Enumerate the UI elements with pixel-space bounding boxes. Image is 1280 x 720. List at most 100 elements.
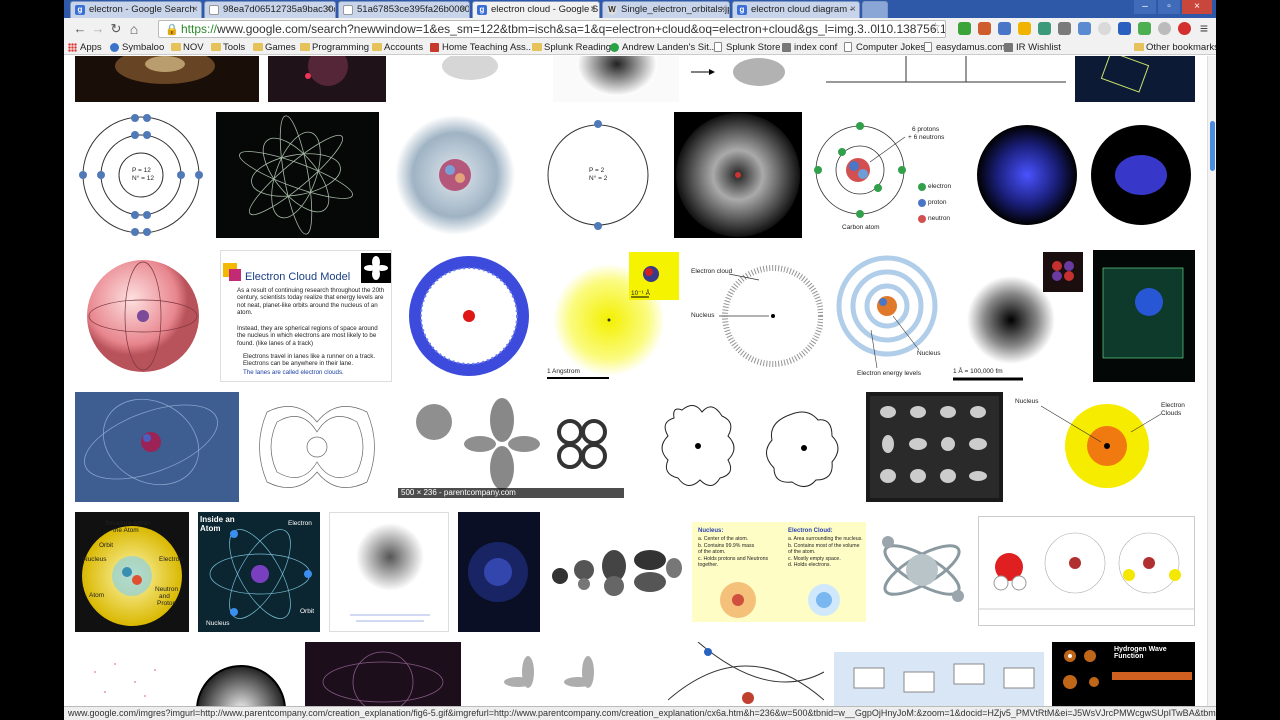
image-result-nucleus-clouds[interactable]: Nucleus Electron Clouds [1011, 392, 1195, 502]
image-result-3d-orbitals[interactable] [548, 536, 684, 606]
close-icon[interactable]: × [720, 2, 726, 17]
tab-image-1[interactable]: 98ea7d06512735a9bac30c × [204, 1, 336, 18]
tab-image-2[interactable]: 51a67853ce395fa26b00000 × [338, 1, 470, 18]
image-result-hydrogen-wave[interactable]: Hydrogen Wave Function [1052, 642, 1195, 706]
address-bar[interactable]: 🔒 https://www.google.com/search?newwindo… [158, 20, 946, 38]
bookmark-accounts[interactable]: Accounts [372, 40, 423, 55]
close-icon[interactable]: × [590, 2, 596, 17]
image-result-water-molecule[interactable] [978, 516, 1195, 626]
bookmark-other[interactable]: Other bookmarks [1134, 40, 1216, 55]
image-result-cloud-nucleus[interactable]: Electron cloud Nucleus [689, 250, 823, 382]
bookmark-ir-wishlist[interactable]: IR Wishlist [1004, 40, 1061, 55]
image-result-orbital-grid[interactable] [866, 392, 1003, 502]
image-result-blue-ring[interactable] [401, 250, 537, 382]
image-result[interactable] [75, 652, 185, 706]
image-result[interactable] [687, 56, 817, 102]
extension-icon[interactable] [998, 22, 1011, 35]
new-tab-button[interactable] [862, 1, 888, 18]
image-result-probability-cloud[interactable] [329, 512, 449, 632]
tab-electron-search[interactable]: g electron - Google Search × [70, 1, 202, 18]
extension-icon[interactable] [1158, 22, 1171, 35]
minimize-icon[interactable]: – [1134, 0, 1156, 14]
scrollbar-thumb[interactable] [1210, 121, 1215, 171]
image-result-green-cube[interactable] [1093, 250, 1195, 382]
image-result[interactable] [395, 56, 545, 90]
image-result-blue-orbitals[interactable] [971, 122, 1195, 228]
bookmark-star-icon[interactable]: ☆ [930, 20, 941, 34]
image-result-bohr-2[interactable]: P = 2 N° = 2 [532, 112, 665, 238]
bookmark-programming[interactable]: Programming [300, 40, 369, 55]
gray-icon [782, 43, 791, 52]
bookmark-games[interactable]: Games [253, 40, 296, 55]
bookmark-tools[interactable]: Tools [211, 40, 245, 55]
tab-electron-cloud[interactable]: g electron cloud - Google S × [472, 1, 600, 18]
bookmark-splunk-store[interactable]: Splunk Store [714, 40, 780, 55]
bookmark-easydamus[interactable]: easydamus.com [924, 40, 1005, 55]
close-icon[interactable]: × [460, 2, 466, 17]
image-result[interactable] [268, 56, 386, 102]
extension-icon[interactable] [958, 22, 971, 35]
image-result-orbital-lines[interactable] [247, 392, 390, 502]
extension-icon[interactable] [1038, 22, 1051, 35]
extension-icon[interactable] [1098, 22, 1111, 35]
image-result[interactable] [1075, 56, 1195, 102]
image-result[interactable] [553, 56, 679, 102]
image-result-structure-atom[interactable]: Structure within the Atom Orbit Nucleus … [75, 512, 189, 632]
image-result-yellow-cloud[interactable]: 1 Angstrom 10⁻¹ Å [545, 250, 681, 382]
image-result-fm-scale[interactable]: 1 Å = 100,000 fm [951, 250, 1085, 382]
image-result-inside-atom[interactable]: Inside an Atom Electron Orbit Nucleus [198, 512, 320, 632]
browser-window: g electron - Google Search × 98ea7d06512… [64, 0, 1216, 720]
close-icon[interactable]: × [192, 2, 198, 17]
bookmark-index-conf[interactable]: index conf [782, 40, 837, 55]
image-result-dark-blue[interactable] [458, 512, 540, 632]
extension-icon[interactable] [1058, 22, 1071, 35]
bookmark-computer-jokes[interactable]: Computer Jokes [844, 40, 925, 55]
image-result[interactable] [305, 642, 461, 706]
image-result[interactable] [75, 56, 259, 102]
extension-icon[interactable] [1078, 22, 1091, 35]
bookmark-apps[interactable]: Apps [68, 40, 102, 55]
image-result-nucleus-cloud[interactable] [388, 112, 523, 238]
window-close-icon[interactable]: × [1182, 0, 1212, 14]
menu-icon[interactable]: ≡ [1200, 20, 1208, 36]
forward-icon[interactable]: → [90, 21, 106, 37]
vertical-scrollbar[interactable] [1207, 56, 1216, 706]
image-result-bohr-12[interactable]: P = 12 N° = 12 [75, 112, 208, 238]
image-result[interactable] [193, 660, 289, 706]
extension-icon[interactable] [1118, 22, 1131, 35]
image-result-gray-3d-atom[interactable] [874, 512, 970, 632]
image-result-pink-sphere[interactable] [75, 250, 211, 382]
close-icon[interactable]: × [850, 2, 856, 17]
image-result[interactable] [834, 652, 1044, 706]
apps-grid-icon [68, 43, 77, 52]
home-icon[interactable]: ⌂ [126, 21, 142, 37]
image-result[interactable] [826, 56, 1066, 86]
image-result-electron-cloud-model[interactable]: Electron Cloud Model As a result of cont… [220, 250, 392, 382]
extension-icon[interactable] [1018, 22, 1031, 35]
image-result-p-orbitals[interactable]: 500 × 236 - parentcompany.com [398, 392, 624, 498]
tab-electron-cloud-diagram[interactable]: g electron cloud diagram - × [732, 1, 860, 18]
image-result-fractal[interactable] [216, 112, 379, 238]
bookmark-splunk-reading[interactable]: Splunk Reading [532, 40, 611, 55]
image-result[interactable] [668, 642, 824, 706]
image-result-blue-atom[interactable] [75, 392, 239, 502]
close-icon[interactable]: × [326, 2, 332, 17]
back-icon[interactable]: ← [72, 21, 88, 37]
bookmark-symbaloo[interactable]: Symbaloo [110, 40, 164, 55]
bookmark-nov[interactable]: NOV [171, 40, 204, 55]
bookmark-andrew-landen[interactable]: Andrew Landen's Sit... [610, 40, 717, 55]
bookmark-home-teaching[interactable]: Home Teaching Ass... [430, 40, 534, 55]
extension-icon[interactable] [978, 22, 991, 35]
extension-icon[interactable] [1138, 22, 1151, 35]
image-result-gray-cloud[interactable] [674, 112, 802, 238]
image-result-standing-waves[interactable] [632, 392, 858, 502]
tab-single-electron-orbitals[interactable]: W Single_electron_orbitals.jp × [602, 1, 730, 18]
reload-icon[interactable]: ↻ [108, 21, 124, 37]
image-result-nucleus-table[interactable]: Nucleus: a. Center of the atom. b. Conta… [692, 522, 866, 622]
maximize-icon[interactable]: ▫ [1158, 0, 1180, 14]
image-result-energy-levels[interactable]: Nucleus Electron energy levels [831, 250, 943, 382]
diagram-label: Atom [89, 592, 105, 599]
image-result[interactable] [478, 642, 624, 706]
image-result-carbon-atom[interactable]: 6 protons + 6 neutrons electron proton n… [810, 112, 963, 238]
extension-icon[interactable] [1178, 22, 1191, 35]
